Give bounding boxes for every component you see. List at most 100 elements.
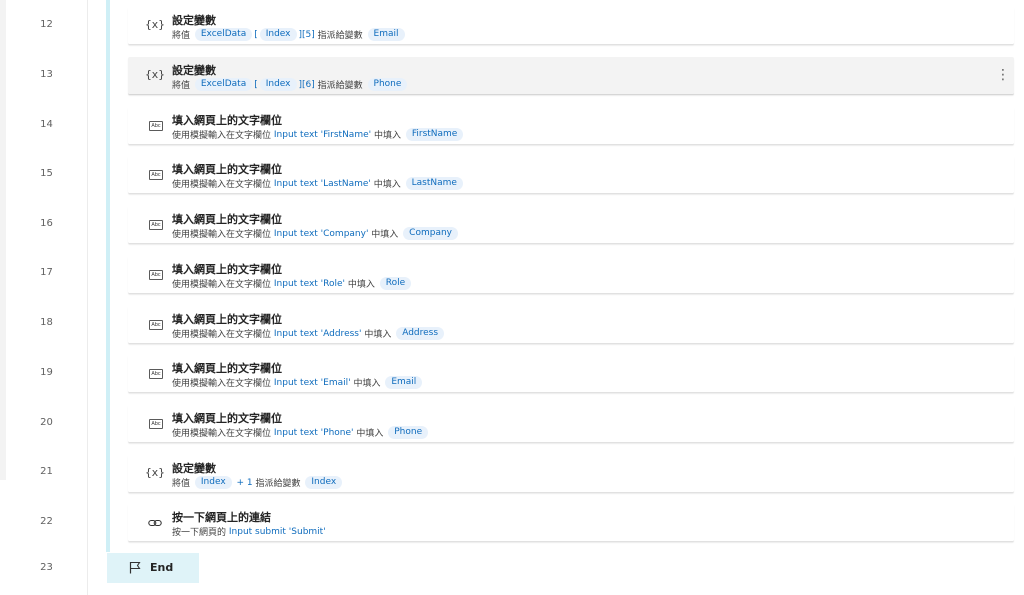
action-title: 填入網頁上的文字欄位 [172,362,282,375]
variable-icon: {x} [145,18,165,31]
action-description: 使用模擬輸入在文字欄位 Input text 'Email' 中填入 Email [172,376,424,389]
action-row[interactable]: Abc 填入網頁上的文字欄位 使用模擬輸入在文字欄位 Input text 'Ema… [128,355,1014,393]
ui-element-reference: Input text 'FirstName' [273,129,372,140]
action-description: 使用模擬輸入在文字欄位 Input text 'LastName' 中填入 La… [172,177,465,190]
variable-token-index[interactable]: Index [259,78,297,91]
variable-token-email[interactable]: Email [367,28,405,41]
action-row[interactable]: {x} 設定變數 將值 Index + 1 指派給變數 Index [128,455,1014,493]
variable-token-index[interactable]: Index [194,476,232,489]
textfield-icon: Abc [149,419,163,429]
action-title: 填入網頁上的文字欄位 [172,163,282,176]
variable-token-email[interactable]: Email [385,376,423,389]
ui-element-reference: Input submit 'Submit' [228,526,326,537]
textfield-icon: Abc [149,369,163,379]
ui-element-reference: Input text 'Email' [273,377,351,388]
end-label: End [150,561,174,574]
action-title: 按一下網頁上的連結 [172,511,271,524]
variable-token-lastname[interactable]: LastName [405,177,463,190]
action-row[interactable]: 按一下網頁上的連結 按一下網頁的 Input submit 'Submit' [128,504,1014,542]
description-text: 使用模擬輸入在文字欄位 [172,280,274,290]
action-description: 將值 ExcelData[Index][6] 指派給變數 Phone [172,78,409,91]
action-description: 將值 ExcelData[Index][5] 指派給變數 Email [172,28,407,41]
line-number: 16 [40,218,53,229]
description-text: 中填入 [368,230,402,240]
description-text: 使用模擬輸入在文字欄位 [172,131,274,141]
line-number: 23 [40,562,53,573]
action-description: 使用模擬輸入在文字欄位 Input text 'Company' 中填入 Com… [172,227,460,240]
ui-element-reference: Input text 'LastName' [273,178,371,189]
description-text: 將值 [172,479,193,489]
textfield-icon: Abc [149,121,163,131]
action-row[interactable]: Abc 填入網頁上的文字欄位 使用模擬輸入在文字欄位 Input text 'Com… [128,206,1014,244]
variable-token-exceldata[interactable]: ExcelData [194,28,253,41]
action-title: 填入網頁上的文字欄位 [172,313,282,326]
action-description: 按一下網頁的 Input submit 'Submit' [172,525,326,539]
variable-token-role[interactable]: Role [379,277,412,290]
description-text: 中填入 [371,131,404,141]
ui-element-reference: ][5] [298,29,315,40]
variable-token-firstname[interactable]: FirstName [405,128,464,141]
line-number-gutter: 12 13 14 15 16 17 18 19 20 21 22 23 [6,0,88,595]
action-title: 填入網頁上的文字欄位 [172,412,282,425]
variable-token-phone[interactable]: Phone [388,426,429,439]
flag-icon [129,561,141,574]
ui-element-reference: Input text 'Address' [273,328,362,339]
description-text: 中填入 [353,429,387,439]
line-number: 12 [40,19,53,30]
action-row[interactable]: Abc 填入網頁上的文字欄位 使用模擬輸入在文字欄位 Input text 'Fir… [128,107,1014,145]
action-row[interactable]: Abc 填入網頁上的文字欄位 使用模擬輸入在文字欄位 Input text 'Pho… [128,405,1014,443]
description-text: 使用模擬輸入在文字欄位 [172,429,274,439]
action-title: 設定變數 [172,462,216,475]
line-number: 14 [40,119,53,130]
ui-element-reference: [ [254,29,258,40]
description-text: 將值 [172,31,193,41]
line-number: 17 [40,267,53,278]
description-text: 指派給變數 [252,479,304,489]
action-description: 使用模擬輸入在文字欄位 Input text 'FirstName' 中填入 F… [172,128,465,141]
description-text: 使用模擬輸入在文字欄位 [172,330,274,340]
action-row[interactable]: {x} 設定變數 將值 ExcelData[Index][5] 指派給變數 Emai… [128,7,1014,45]
action-description: 使用模擬輸入在文字欄位 Input text 'Phone' 中填入 Phone [172,426,430,439]
line-number: 20 [40,417,53,428]
line-number: 22 [40,516,53,527]
variable-token-index[interactable]: Index [259,28,297,41]
action-row[interactable]: Abc 填入網頁上的文字欄位 使用模擬輸入在文字欄位 Input text 'Rol… [128,256,1014,294]
description-text: 指派給變數 [314,31,366,41]
variable-token-address[interactable]: Address [396,327,445,340]
link-icon [148,519,162,527]
description-text: 按一下網頁的 [172,528,229,538]
textfield-icon: Abc [149,270,163,280]
ui-element-reference: ][6] [298,79,315,90]
description-text: 使用模擬輸入在文字欄位 [172,379,274,389]
action-description: 使用模擬輸入在文字欄位 Input text 'Role' 中填入 Role [172,277,413,290]
description-text: 中填入 [370,180,404,190]
ui-element-reference: [ [254,79,258,90]
variable-token-exceldata[interactable]: ExcelData [194,78,253,91]
action-title: 設定變數 [172,64,216,77]
ui-element-reference: Input text 'Company' [273,228,369,239]
ui-element-reference: Input text 'Phone' [273,427,354,438]
variable-icon: {x} [145,466,165,479]
line-number: 21 [40,466,53,477]
end-block[interactable]: End [107,553,199,583]
loop-block-indicator [106,0,110,552]
description-text: 中填入 [345,280,378,290]
action-row[interactable]: Abc 填入網頁上的文字欄位 使用模擬輸入在文字欄位 Input text 'Add… [128,306,1014,344]
more-options-icon[interactable]: ⋮ [996,67,1010,83]
variable-token-phone[interactable]: Phone [367,78,408,91]
description-text: 使用模擬輸入在文字欄位 [172,180,274,190]
description-text: 將值 [172,81,193,91]
ui-element-reference: + 1 [233,477,253,488]
action-row[interactable]: {x} 設定變數 將值 ExcelData[Index][6] 指派給變數 Phon… [128,57,1014,95]
action-description: 將值 Index + 1 指派給變數 Index [172,476,344,489]
variable-token-index[interactable]: Index [305,476,343,489]
action-title: 設定變數 [172,14,216,27]
description-text: 指派給變數 [314,81,366,91]
line-number: 18 [40,317,53,328]
variable-icon: {x} [145,68,165,81]
variable-token-company[interactable]: Company [403,227,458,240]
description-text: 中填入 [361,330,395,340]
action-row[interactable]: Abc 填入網頁上的文字欄位 使用模擬輸入在文字欄位 Input text 'Las… [128,156,1014,194]
line-number: 19 [40,367,53,378]
ui-element-reference: Input text 'Role' [273,278,346,289]
